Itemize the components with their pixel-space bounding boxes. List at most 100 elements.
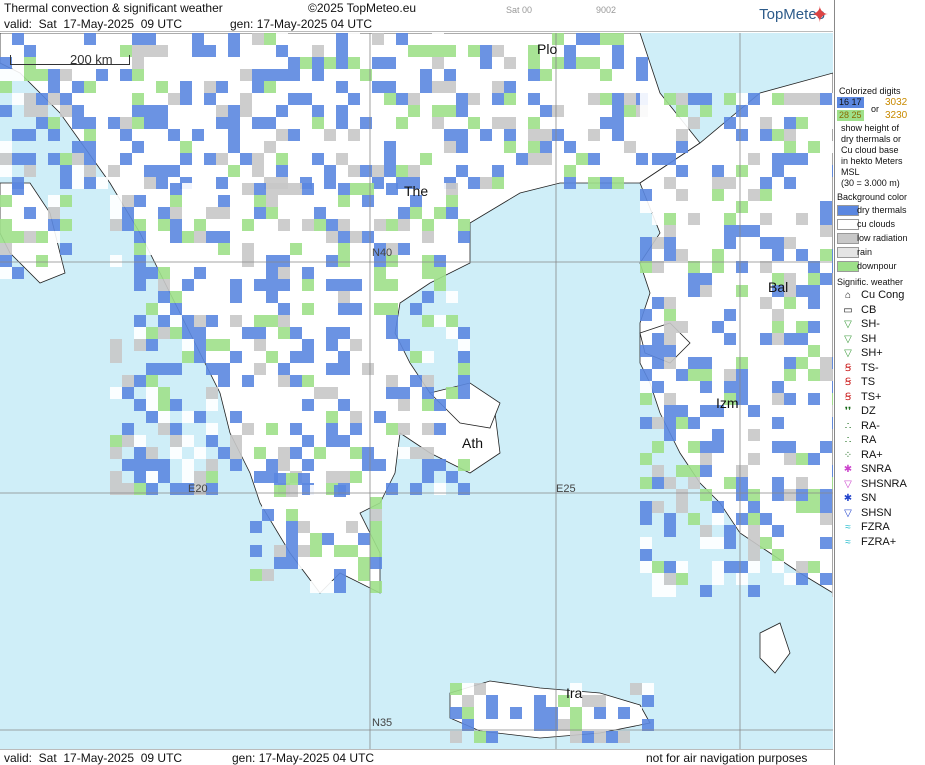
weather-cell	[180, 93, 192, 105]
weather-cell	[302, 435, 314, 447]
weather-cell	[372, 81, 384, 93]
weather-cell	[624, 141, 636, 153]
weather-cell	[446, 183, 458, 195]
weather-cell	[480, 57, 492, 69]
weather-cell	[712, 501, 724, 513]
weather-cell	[688, 273, 700, 285]
weather-cell	[180, 81, 192, 93]
weather-cell	[784, 93, 796, 105]
weather-cell	[182, 339, 194, 351]
weather-cell	[264, 141, 276, 153]
weather-cell	[516, 153, 528, 165]
weather-cell	[370, 533, 382, 545]
weather-cell	[314, 279, 326, 291]
legend-sample-c: 3032	[885, 97, 908, 108]
weather-cell	[820, 93, 832, 105]
weather-cell	[336, 117, 348, 129]
weather-cell	[832, 165, 833, 177]
weather-cell	[618, 707, 630, 719]
weather-cell	[468, 117, 480, 129]
weather-cell	[182, 183, 194, 195]
weather-cell	[108, 165, 120, 177]
weather-cell	[264, 69, 276, 81]
weather-cell	[12, 153, 24, 165]
legend-or: or	[871, 104, 880, 114]
weather-cell	[194, 471, 206, 483]
weather-cell	[158, 459, 170, 471]
weather-cell	[486, 707, 498, 719]
weather-cell	[338, 303, 350, 315]
weather-cell	[228, 105, 240, 117]
weather-cell	[468, 45, 480, 57]
weather-cell	[286, 485, 298, 497]
weather-cell	[266, 255, 278, 267]
weather-cell	[0, 153, 12, 165]
weather-cell	[808, 453, 820, 465]
weather-cell	[230, 351, 242, 363]
weather-cell	[570, 719, 582, 731]
weather-cell	[370, 557, 382, 569]
weather-cell	[146, 327, 158, 339]
legend-bg-title: Background color	[837, 192, 908, 202]
weather-cell	[458, 351, 470, 363]
weather-cell	[192, 165, 204, 177]
weather-cell	[278, 423, 290, 435]
weather-cell	[432, 33, 444, 45]
weather-cell	[120, 129, 132, 141]
weather-cell	[422, 471, 434, 483]
weather-cell	[386, 327, 398, 339]
weather-cell	[170, 399, 182, 411]
weather-cell	[242, 267, 254, 279]
weather-cell	[434, 279, 446, 291]
weather-cell	[386, 375, 398, 387]
weather-cell	[266, 207, 278, 219]
weather-cell	[254, 339, 266, 351]
weather-cell	[676, 561, 688, 573]
weather-cell	[122, 219, 134, 231]
weather-cell	[266, 183, 278, 195]
weather-cell	[808, 321, 820, 333]
legend-explain-2: dry thermals or	[841, 134, 902, 144]
weather-cell	[206, 435, 218, 447]
weather-cell	[204, 93, 216, 105]
weather-cell	[338, 231, 350, 243]
weather-cell	[218, 363, 230, 375]
weather-cell	[724, 525, 736, 537]
weather-cell	[250, 521, 262, 533]
weather-cell	[144, 153, 156, 165]
weather-cell	[432, 117, 444, 129]
weather-cell	[820, 357, 832, 369]
weather-map[interactable]: 200 km N40 E20 E25 N35 Plo The Bal Izm A…	[0, 33, 833, 749]
weather-cell	[444, 129, 456, 141]
weather-cell	[688, 441, 700, 453]
weather-cell	[348, 165, 360, 177]
weather-cell	[182, 231, 194, 243]
weather-cell	[724, 309, 736, 321]
weather-cell	[290, 243, 302, 255]
weather-cell	[290, 195, 302, 207]
weather-cell	[398, 207, 410, 219]
weather-cell	[808, 225, 820, 237]
weather-cell	[254, 195, 266, 207]
weather-cell	[134, 315, 146, 327]
weather-cell	[446, 327, 458, 339]
weather-cell	[158, 387, 170, 399]
weather-cell	[458, 327, 470, 339]
weather-cell	[374, 267, 386, 279]
weather-cell	[0, 231, 12, 243]
weather-cell	[688, 513, 700, 525]
weather-cell	[158, 471, 170, 483]
weather-cell	[446, 447, 458, 459]
weather-cell	[652, 333, 664, 345]
weather-cell	[422, 255, 434, 267]
weather-cell	[724, 333, 736, 345]
weather-cell	[772, 477, 784, 489]
weather-cell	[456, 57, 468, 69]
weather-cell	[640, 501, 652, 513]
weather-cell	[302, 375, 314, 387]
weather-cell	[458, 387, 470, 399]
weather-cell	[96, 69, 108, 81]
weather-cell	[254, 363, 266, 375]
weather-cell	[458, 207, 470, 219]
legend-sample-d: 3230	[885, 110, 908, 121]
